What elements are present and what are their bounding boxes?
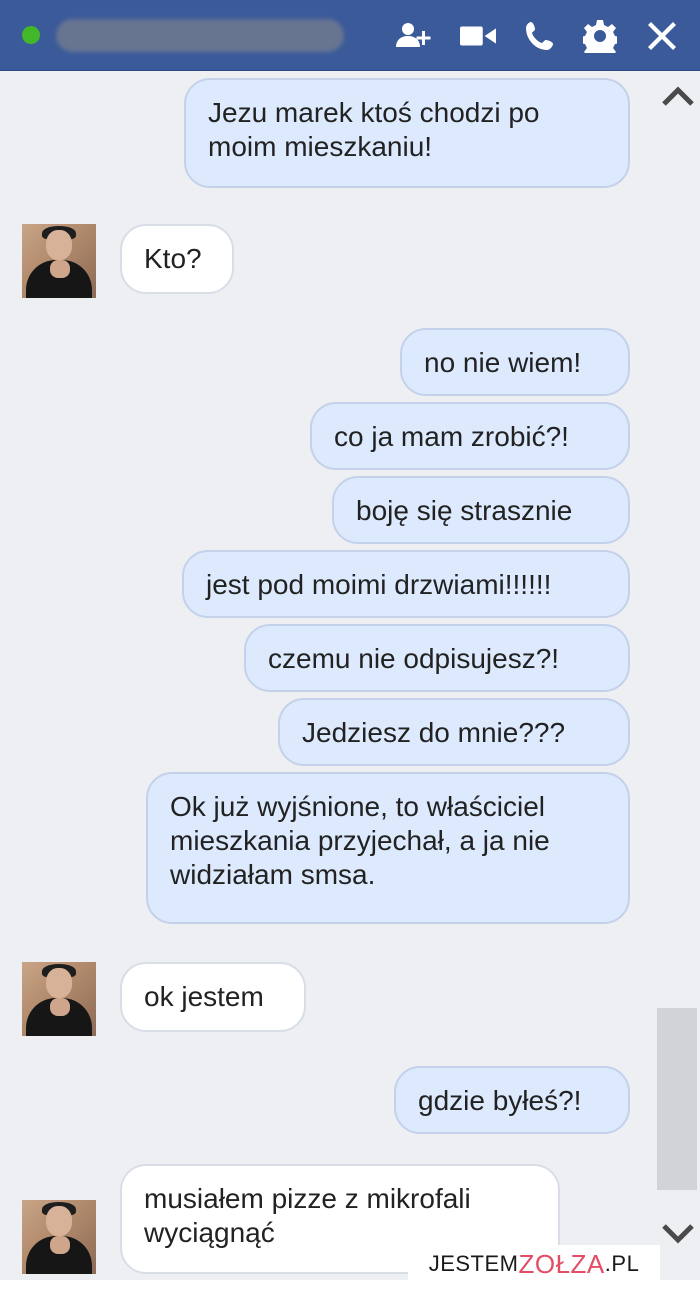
close-icon[interactable]: [644, 18, 680, 54]
sent-message[interactable]: Jezu marek ktoś chodzi po moim mieszkani…: [184, 78, 630, 188]
received-message[interactable]: Kto?: [120, 224, 234, 294]
sent-message[interactable]: no nie wiem!: [400, 328, 630, 396]
scrollbar-thumb[interactable]: [657, 1008, 697, 1190]
phone-icon[interactable]: [522, 18, 558, 54]
watermark-part-2: ZOŁZA: [518, 1248, 605, 1279]
watermark-part-3: .PL: [604, 1251, 640, 1276]
contact-avatar[interactable]: [22, 962, 96, 1036]
add-people-icon[interactable]: [396, 18, 432, 54]
chat-header: [0, 0, 700, 71]
contact-avatar[interactable]: [22, 224, 96, 298]
sent-message[interactable]: Ok już wyjśnione, to właściciel mieszkan…: [146, 772, 630, 924]
sent-message[interactable]: jest pod moimi drzwiami!!!!!!: [182, 550, 630, 618]
received-message[interactable]: ok jestem: [120, 962, 306, 1032]
watermark-part-1: JESTEM: [428, 1251, 519, 1276]
settings-gear-icon[interactable]: [582, 18, 618, 54]
sent-message[interactable]: gdzie byłeś?!: [394, 1066, 630, 1134]
contact-name-blurred[interactable]: [56, 19, 344, 52]
video-call-icon[interactable]: [460, 18, 496, 54]
site-watermark: JESTEM ZOŁZA .PL: [408, 1245, 660, 1283]
scroll-down-chevron-icon[interactable]: [660, 1216, 696, 1252]
online-status-dot: [22, 26, 40, 44]
sent-message[interactable]: co ja mam zrobić?!: [310, 402, 630, 470]
sent-message[interactable]: czemu nie odpisujesz?!: [244, 624, 630, 692]
scroll-up-chevron-icon[interactable]: [660, 78, 696, 114]
contact-avatar[interactable]: [22, 1200, 96, 1274]
sent-message[interactable]: boję się strasznie: [332, 476, 630, 544]
sent-message[interactable]: Jedziesz do mnie???: [278, 698, 630, 766]
